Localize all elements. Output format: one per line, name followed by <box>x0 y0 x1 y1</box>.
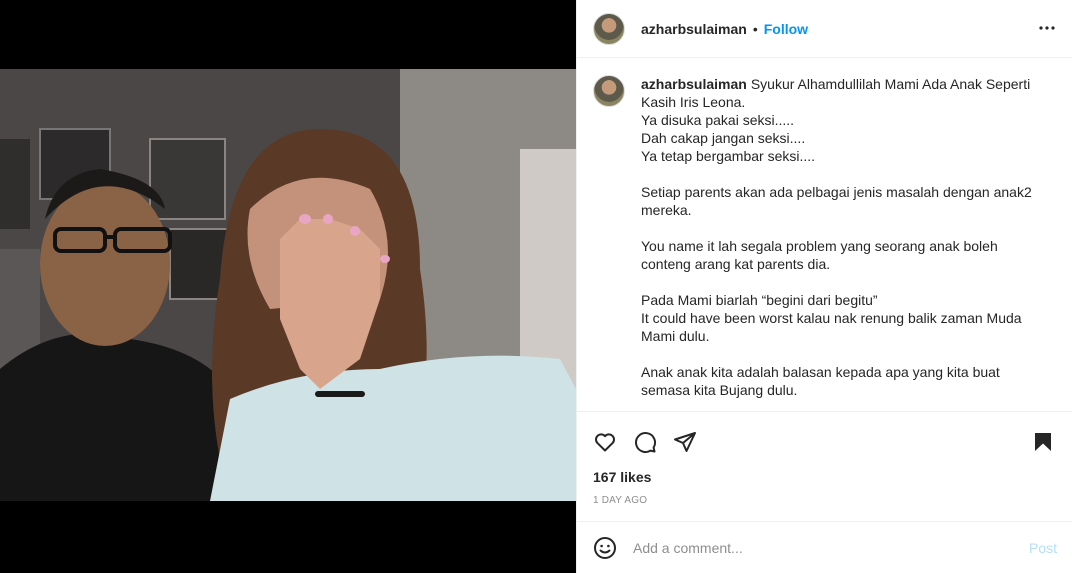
bookmark-icon[interactable] <box>1023 422 1063 462</box>
caption-row: azharbsulaiman Syukur Alhamdullilah Mami … <box>593 75 1057 399</box>
caption-username[interactable]: azharbsulaiman <box>641 76 747 92</box>
caption-paragraph: Pada Mami biarlah “begini dari begitu” I… <box>641 292 1022 344</box>
comment-input[interactable] <box>633 539 1019 556</box>
caption-paragraph: Ya disuka pakai seksi..... Dah cakap jan… <box>641 112 816 164</box>
emoji-icon[interactable] <box>593 536 617 560</box>
caption-scroll-area[interactable]: azharbsulaiman Syukur Alhamdullilah Mami … <box>577 59 1072 410</box>
action-icons <box>585 422 705 462</box>
post-time[interactable]: 1 DAY AGO <box>593 495 647 506</box>
more-options-icon[interactable] <box>1035 16 1059 40</box>
post-photo[interactable] <box>0 69 576 501</box>
separator-dot: • <box>752 20 758 37</box>
author-avatar[interactable] <box>593 12 625 45</box>
caption-paragraph: You name it lah segala problem yang seor… <box>641 238 998 272</box>
caption-paragraph: Setiap parents akan ada pelbagai jenis m… <box>641 184 1032 218</box>
caption-first-line: azharbsulaiman Syukur Alhamdullilah Mami … <box>641 75 1041 111</box>
post-details-panel: azharbsulaiman • Follow azharbsulaiman Sy… <box>576 0 1072 573</box>
caption-text: azharbsulaiman Syukur Alhamdullilah Mami … <box>641 75 1041 399</box>
post-comment-button[interactable]: Post <box>1029 540 1057 556</box>
author-username[interactable]: azharbsulaiman <box>641 21 747 37</box>
post-actions: 167 likes 1 DAY AGO <box>577 411 1072 521</box>
send-icon[interactable] <box>665 422 705 462</box>
heart-icon[interactable] <box>585 422 625 462</box>
comment-icon[interactable] <box>625 422 665 462</box>
post-header: azharbsulaiman • Follow <box>577 0 1072 58</box>
caption-author-avatar[interactable] <box>593 75 625 107</box>
likes-count[interactable]: 167 likes <box>593 469 651 485</box>
post-modal: azharbsulaiman • Follow azharbsulaiman Sy… <box>0 0 1072 573</box>
comment-bar: Post <box>577 521 1072 573</box>
follow-button[interactable]: Follow <box>764 21 808 37</box>
media-pane <box>0 0 576 573</box>
caption-paragraph: Anak anak kita adalah balasan kepada apa… <box>641 364 1000 398</box>
